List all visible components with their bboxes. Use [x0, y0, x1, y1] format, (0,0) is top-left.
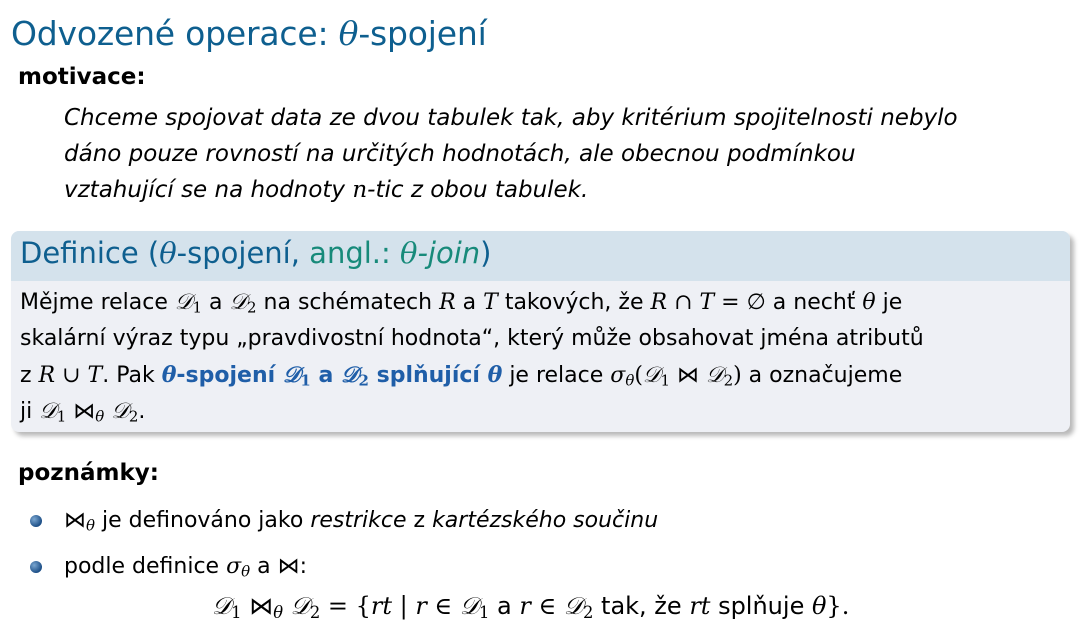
- list-item: ⋈θ je definováno jako restrikce z kartéz…: [30, 498, 658, 544]
- motivation-text: Chceme spojovat data ze dvou tabulek tak…: [64, 100, 1064, 208]
- join-formula: 𝒟1 ⋈θ 𝒟2 = {rt | r ∈ 𝒟1 a r ∈ 𝒟2 tak, že…: [212, 592, 850, 623]
- definition-line-3: z R ∪ T. Pak θ-spojení 𝒟1 a 𝒟2 splňující…: [20, 362, 903, 390]
- bullet-icon: [30, 561, 42, 573]
- motivation-line-2: dáno pouze rovností na určitých hodnotác…: [64, 141, 856, 167]
- motivation-line-1: Chceme spojovat data ze dvou tabulek tak…: [64, 105, 958, 131]
- notes-list: ⋈θ je definováno jako restrikce z kartéz…: [30, 498, 658, 590]
- bullet-icon: [30, 515, 42, 527]
- definition-box: Definice (θ-spojení, angl.: θ-join) Mějm…: [11, 231, 1070, 432]
- notes-heading: poznámky:: [18, 460, 159, 486]
- motivation-heading: motivace:: [18, 64, 146, 90]
- defined-term: θ-spojení 𝒟1 a 𝒟2 splňující θ: [161, 362, 503, 390]
- definition-body: Mějme relace 𝒟1 a 𝒟2 na schématech R a T…: [20, 285, 1065, 430]
- motivation-line-3: vztahující se na hodnoty n-tic z obou ta…: [64, 177, 589, 203]
- definition-line-2: skalární výraz typu „pravdivostní hodnot…: [20, 326, 924, 351]
- definition-header: Definice (θ-spojení, angl.: θ-join): [11, 231, 1070, 281]
- definition-title: Definice (θ-spojení, angl.: θ-join): [20, 236, 492, 270]
- definition-line-1: Mějme relace 𝒟1 a 𝒟2 na schématech R a T…: [20, 290, 903, 317]
- list-item: podle definice σθ a ⋈:: [30, 544, 658, 590]
- page-title: Odvozené operace: θ-spojení: [11, 14, 487, 53]
- definition-line-4: ji 𝒟1 ⋈θ 𝒟2.: [20, 399, 146, 426]
